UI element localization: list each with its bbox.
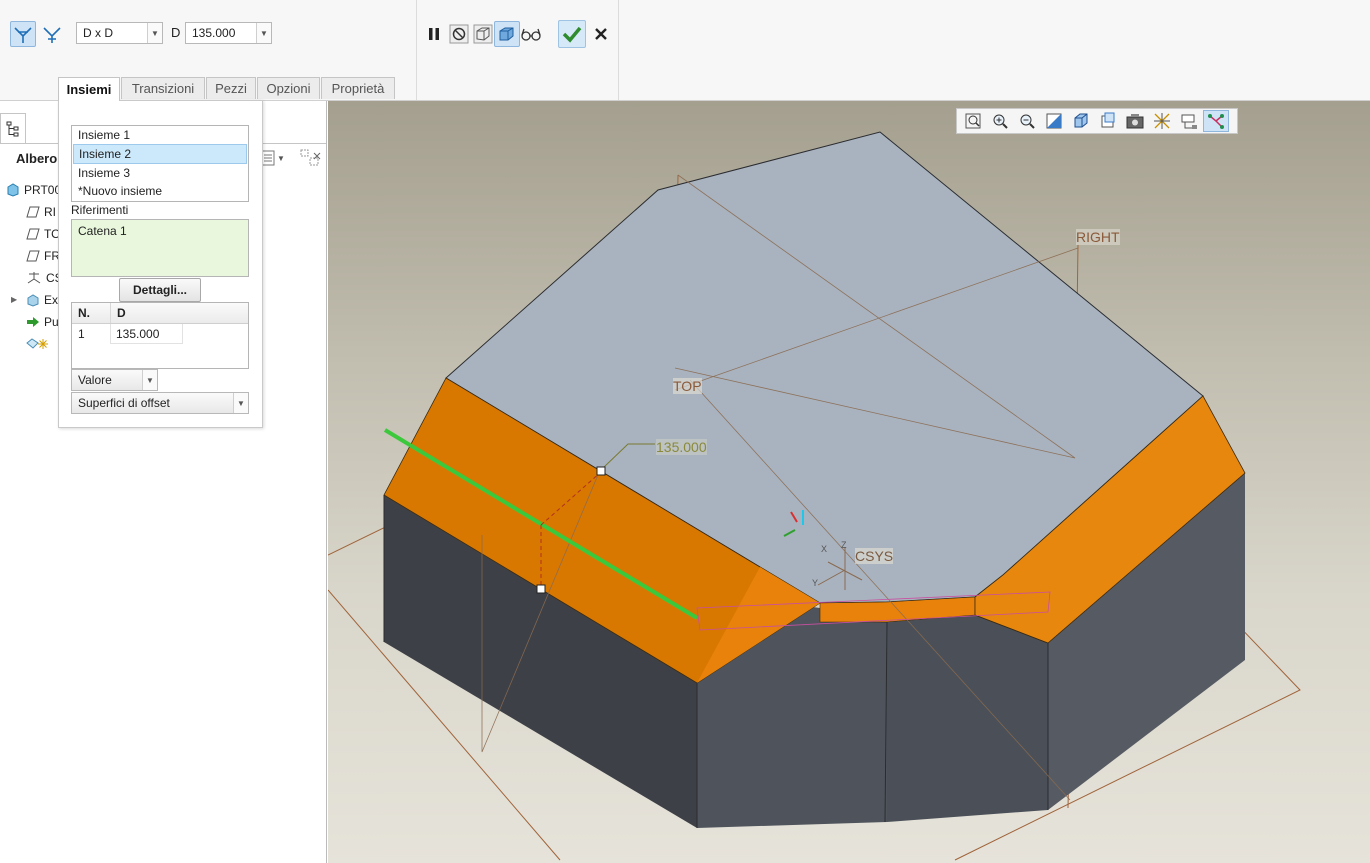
tree-item-front-plane[interactable]: FR <box>26 249 60 263</box>
tree-item-part[interactable]: PRT00 <box>6 183 61 197</box>
chamfer-type-value: D x D <box>83 26 113 40</box>
tree-item-label: Pu <box>44 315 59 329</box>
dimension-table: N. D 1 135.000 <box>71 302 249 369</box>
references-collector[interactable]: Catena 1 <box>71 219 249 277</box>
sets-list[interactable]: Insieme 1 Insieme 2 Insieme 3 *Nuovo ins… <box>71 125 249 202</box>
side-face-front-right <box>887 615 1048 822</box>
insert-arrow-icon <box>27 317 39 327</box>
offset-mode-select[interactable]: Superfici di offset ▼ <box>71 392 249 414</box>
saved-views-icon[interactable] <box>1095 110 1121 132</box>
display-style-icon[interactable] <box>1068 110 1094 132</box>
tree-settings-button[interactable]: ▼ <box>261 150 285 166</box>
axis-y-label: Y <box>812 578 819 588</box>
tree-item-chamfer[interactable] <box>26 337 52 351</box>
row-dimension-value[interactable]: 135.000 <box>111 324 183 344</box>
chevron-down-icon[interactable]: ▼ <box>147 23 162 43</box>
wireframe-preview-icon[interactable] <box>470 21 496 47</box>
set-item-3[interactable]: Insieme 3 <box>72 164 248 182</box>
chamfer-corner-icon[interactable] <box>39 21 65 47</box>
chevron-down-icon[interactable]: ▼ <box>256 23 271 43</box>
part-icon <box>7 183 19 197</box>
column-header-n: N. <box>72 303 111 323</box>
repaint-icon[interactable] <box>1041 110 1067 132</box>
datum-plane-icon <box>26 250 40 262</box>
tab-transizioni[interactable]: Transizioni <box>121 77 205 99</box>
dimension-value-input[interactable]: 135.000 ▼ <box>185 22 272 44</box>
ribbon-divider <box>416 0 417 100</box>
chamfer-feature-icon <box>26 338 48 349</box>
tree-item-label: Ex <box>44 293 59 307</box>
sets-panel: Insieme 1 Insieme 2 Insieme 3 *Nuovo ins… <box>58 100 263 428</box>
table-row[interactable]: 1 135.000 <box>72 324 248 344</box>
graphics-viewport[interactable]: RIGHT TOP CSYS 135.000 Z X Y <box>328 101 1370 863</box>
chevron-down-icon: ▼ <box>277 153 285 163</box>
model-tree-tab[interactable] <box>0 113 26 144</box>
csys-icon <box>27 272 41 284</box>
model-scene <box>328 131 1301 861</box>
value-mode-select[interactable]: Valore ▼ <box>71 369 158 391</box>
expand-arrow-icon[interactable]: ▶ <box>11 295 17 304</box>
column-header-d: D <box>117 306 126 320</box>
dimension-label: D <box>171 25 181 40</box>
tree-header: Albero <box>16 151 58 166</box>
details-button[interactable]: Dettagli... <box>119 278 201 302</box>
zoom-out-icon[interactable] <box>1014 110 1040 132</box>
chamfer-edge-icon[interactable] <box>10 21 36 47</box>
dimension-label-value[interactable]: 135.000 <box>656 439 707 455</box>
reference-chain-item[interactable]: Catena 1 <box>72 220 248 242</box>
offset-mode-value: Superfici di offset <box>78 396 170 410</box>
datum-display-icon[interactable] <box>1149 110 1175 132</box>
verify-preview-icon[interactable] <box>494 21 520 47</box>
tab-insiemi[interactable]: Insiemi <box>58 77 120 101</box>
tree-icon <box>6 121 19 137</box>
zoom-in-icon[interactable] <box>987 110 1013 132</box>
view-toolbar <box>956 108 1238 134</box>
chamfer-type-select[interactable]: D x D ▼ <box>76 22 163 44</box>
drag-handle <box>596 466 606 476</box>
confirm-check-icon[interactable] <box>558 20 586 48</box>
tree-item-label: RI <box>44 205 56 219</box>
datum-plane-icon <box>26 206 40 218</box>
tree-item-extrude[interactable]: Ex <box>26 293 58 307</box>
tab-pezzi[interactable]: Pezzi <box>206 77 256 99</box>
pause-icon[interactable] <box>421 21 447 47</box>
row-number: 1 <box>72 324 111 344</box>
axis-x-label: X <box>821 544 828 554</box>
tab-proprieta[interactable]: Proprietà <box>321 77 395 99</box>
dimension-value: 135.000 <box>192 26 236 40</box>
tree-item-right-plane[interactable]: RI <box>26 205 56 219</box>
tree-item-insert-here[interactable]: Pu <box>26 315 59 329</box>
list-settings-icon <box>261 150 275 166</box>
glasses-icon[interactable] <box>518 21 544 47</box>
drag-handle <box>536 584 546 594</box>
refit-icon[interactable] <box>960 110 986 132</box>
tab-opzioni[interactable]: Opzioni <box>257 77 320 99</box>
references-label: Riferimenti <box>71 203 129 217</box>
tree-item-label: PRT00 <box>24 183 62 197</box>
chevron-down-icon[interactable]: ▼ <box>142 370 157 390</box>
no-preview-icon[interactable] <box>446 21 472 47</box>
axis-z-label: Z <box>841 540 847 550</box>
extrude-icon <box>27 294 39 307</box>
datum-label-right[interactable]: RIGHT <box>1076 229 1120 245</box>
new-set-item[interactable]: *Nuovo insieme <box>72 182 248 200</box>
csys-label[interactable]: CSYS <box>855 548 894 564</box>
annotation-display-icon[interactable] <box>1176 110 1202 132</box>
cancel-x-icon[interactable] <box>588 21 614 47</box>
datum-plane-icon <box>26 228 40 240</box>
tree-filter-icon[interactable] <box>300 149 322 170</box>
spin-center-icon[interactable] <box>1203 110 1229 132</box>
value-mode-value: Valore <box>78 373 112 387</box>
set-item-2[interactable]: Insieme 2 <box>73 144 247 164</box>
tree-item-top-plane[interactable]: TO <box>26 227 60 241</box>
ribbon-divider <box>618 0 619 100</box>
chevron-down-icon[interactable]: ▼ <box>233 393 248 413</box>
set-item-1[interactable]: Insieme 1 <box>72 126 248 144</box>
datum-label-top[interactable]: TOP <box>673 378 702 394</box>
view-manager-icon[interactable] <box>1122 110 1148 132</box>
